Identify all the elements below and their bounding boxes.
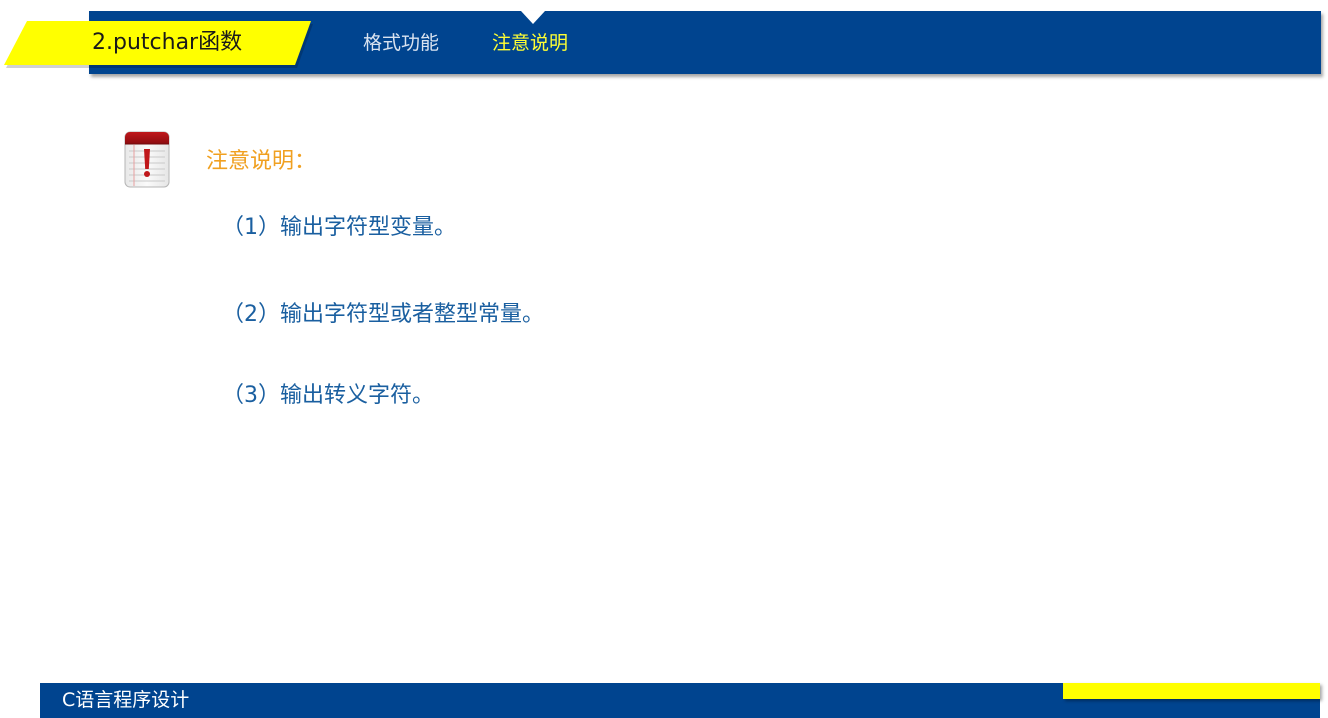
list-item: （3）输出转义字符。 xyxy=(222,383,434,408)
list-item: （2）输出字符型或者整型常量。 xyxy=(222,302,544,327)
tab-format-function[interactable]: 格式功能 xyxy=(363,28,439,58)
tab-notes[interactable]: 注意说明 xyxy=(492,28,568,58)
page-title: 2.putchar函数 xyxy=(92,30,243,55)
section-heading: 注意说明： xyxy=(206,149,317,174)
footer-accent-bar xyxy=(1063,683,1320,699)
active-tab-indicator xyxy=(521,11,545,24)
notepad-alert-icon xyxy=(124,131,170,188)
list-item: （1）输出字符型变量。 xyxy=(222,215,456,240)
course-name: C语言程序设计 xyxy=(62,689,190,711)
